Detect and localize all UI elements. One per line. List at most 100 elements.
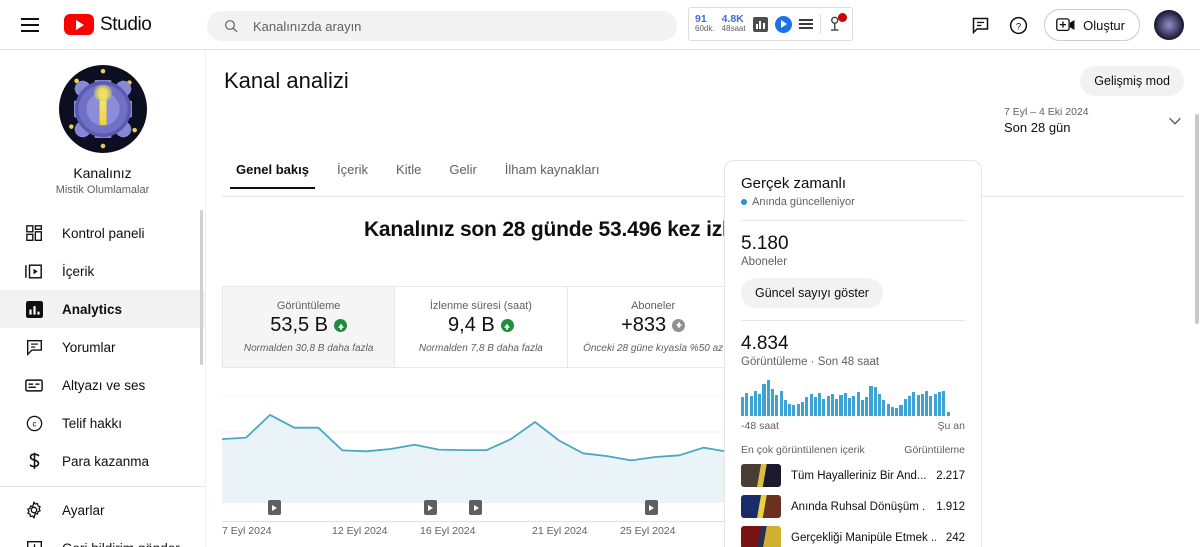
realtime-live-status: Anında güncelleniyor	[741, 196, 981, 208]
sidebar-item-label: İçerik	[62, 263, 95, 279]
top-bar-right: ? Oluştur	[968, 0, 1184, 50]
sidebar-item-kontrol-paneli[interactable]: Kontrol paneli	[0, 214, 205, 252]
sidebar-item-label: Yorumlar	[62, 339, 116, 355]
sparkline-bar	[809, 394, 813, 416]
list-icon[interactable]	[798, 18, 813, 30]
studio-logo[interactable]: Studio	[64, 14, 152, 36]
sidebar-item-label: Telif hakkı	[62, 415, 123, 431]
hamburger-icon[interactable]	[18, 13, 42, 37]
realtime-live-text: Anında güncelleniyor	[752, 196, 855, 208]
sidebar-item-para-kazanma[interactable]: Para kazanma	[0, 442, 205, 480]
metric-value-wrap: +833	[621, 314, 686, 337]
realtime-metric-chip[interactable]: 91 60dk. 4.8K 48saat	[688, 7, 853, 41]
realtime-divider-2	[741, 320, 965, 321]
sparkline-bar	[895, 408, 899, 416]
video-title: Tüm Hayalleriniz Bir And...	[791, 469, 927, 482]
chart-x-tick: 21 Eyl 2024	[532, 525, 588, 537]
sidebar-item-yorumlar[interactable]: Yorumlar	[0, 328, 205, 366]
alerts-icon[interactable]	[828, 13, 847, 33]
tab-kitle[interactable]: Kitle	[382, 156, 435, 189]
chip-metric-1: 91 60dk.	[695, 14, 715, 33]
live-dot-icon	[741, 199, 747, 205]
metric-card-gorUntUleme[interactable]: Görüntüleme 53,5 B Normalden 30,8 B daha…	[222, 286, 396, 368]
sparkline-bar	[792, 405, 796, 416]
show-current-count-button[interactable]: Güncel sayıyı göster	[741, 278, 883, 308]
metric-value-wrap: 9,4 B	[448, 314, 514, 337]
metric-card-aboneler[interactable]: Aboneler +833 Önceki 28 güne kıyasla %50…	[567, 286, 740, 368]
realtime-sparkline[interactable]	[741, 378, 963, 416]
main-scrollbar[interactable]	[1195, 114, 1199, 324]
sparkline-bar	[770, 389, 775, 416]
tab-genel-bakis[interactable]: Genel bakış	[222, 156, 323, 189]
metric-delta: Önceki 28 güne kıyasla %50 az	[583, 343, 724, 354]
sparkline-bar	[813, 397, 817, 416]
video-marker-icon[interactable]	[469, 500, 482, 515]
list-item[interactable]: Gerçekliği Manipüle Etmek ... 242	[741, 526, 965, 547]
sidebar-item-analytics[interactable]: Analytics	[0, 290, 205, 328]
video-marker-icon[interactable]	[267, 500, 281, 515]
trend-up-icon	[500, 319, 514, 332]
sidebar-nav: Kontrol paneli İçerik Analytics Yorumlar…	[0, 214, 205, 547]
chip-metric-1-label: 60dk.	[695, 24, 715, 34]
subscribers-label: Aboneler	[741, 256, 788, 268]
sparkline-bar	[766, 380, 770, 416]
tab-icerik[interactable]: İçerik	[323, 156, 382, 189]
sidebar-item-altyazi-ve-ses[interactable]: Altyazı ve ses	[0, 366, 205, 404]
sidebar: Kanalınız Mistik Olumlamalar Kontrol pan…	[0, 50, 206, 547]
subscribers-value: 5.180	[741, 233, 789, 254]
feedback-icon[interactable]	[968, 13, 992, 37]
tab-gelir[interactable]: Gelir	[435, 156, 490, 189]
date-range-selector[interactable]: 7 Eyl – 4 Eki 2024 Son 28 gün	[1004, 106, 1184, 135]
help-icon[interactable]: ?	[1006, 13, 1030, 37]
account-avatar[interactable]	[1154, 10, 1184, 40]
sparkline-bar	[762, 384, 766, 416]
video-views: 1.912	[936, 500, 965, 513]
sparkline-bar	[779, 390, 783, 416]
chart-x-tick: 16 Eyl 2024	[420, 525, 476, 537]
sidebar-item-label: Altyazı ve ses	[62, 377, 146, 393]
sparkline-bar	[925, 390, 929, 416]
sparkline-bar	[882, 400, 886, 416]
gear-icon	[24, 500, 44, 520]
metric-label: Aboneler	[631, 300, 676, 312]
list-item[interactable]: Anında Ruhsal Dönüşüm ... 1.912	[741, 495, 965, 518]
sparkline-bar	[916, 395, 920, 416]
top-content-header-right: Görüntüleme	[904, 444, 965, 456]
date-range-dates: 7 Eyl – 4 Eki 2024	[1004, 106, 1089, 118]
date-range-label: Son 28 gün	[1004, 120, 1071, 135]
realtime-title: Gerçek zamanlı	[741, 175, 847, 192]
search-icon	[225, 20, 238, 33]
video-marker-icon[interactable]	[423, 500, 437, 515]
sparkline-bar	[907, 395, 912, 416]
metric-card-izlenme-suresi[interactable]: İzlenme süresi (saat) 9,4 B Normalden 7,…	[395, 286, 568, 368]
channel-block: Kanalınız Mistik Olumlamalar	[0, 50, 205, 196]
content-icon	[24, 261, 44, 281]
sidebar-item-ayarlar[interactable]: Ayarlar	[0, 491, 205, 529]
channel-avatar[interactable]	[58, 65, 147, 153]
sidebar-item-geri-bildirim-gonder[interactable]: Geri bildirim gönder	[0, 529, 205, 547]
sparkline-left-label: -48 saat	[741, 420, 779, 432]
sidebar-item-label: Ayarlar	[62, 502, 105, 518]
tab-ilham-kaynaklari[interactable]: İlham kaynakları	[491, 156, 614, 189]
search-input[interactable]: Kanalınızda arayın	[207, 11, 677, 41]
sidebar-scrollbar[interactable]	[200, 210, 203, 365]
video-marker-icon[interactable]	[644, 500, 658, 515]
live-play-icon[interactable]	[774, 15, 792, 33]
video-views: 242	[945, 531, 965, 544]
list-item[interactable]: Tüm Hayalleriniz Bir And... 2.217	[741, 464, 965, 487]
sparkline-bar	[783, 400, 787, 416]
metric-value: 53,5 B	[270, 314, 329, 336]
subtitles-icon	[24, 375, 44, 395]
create-button-label: Oluştur	[1083, 17, 1125, 33]
sidebar-item-label: Para kazanma	[62, 453, 150, 469]
create-button[interactable]: Oluştur	[1044, 9, 1140, 41]
create-video-icon	[1056, 18, 1075, 32]
sidebar-item-icerik[interactable]: İçerik	[0, 252, 205, 290]
metric-value-wrap: 53,5 B	[270, 314, 348, 337]
top-content-header: En çok görüntülenen içerik Görüntüleme	[741, 444, 965, 456]
sparkline-bar	[749, 395, 753, 416]
bar-chart-icon[interactable]	[752, 16, 768, 32]
sidebar-item-telif-hakki[interactable]: c Telif hakkı	[0, 404, 205, 442]
sparkline-bar	[843, 392, 847, 416]
advanced-mode-button[interactable]: Gelişmiş mod	[1080, 66, 1184, 96]
